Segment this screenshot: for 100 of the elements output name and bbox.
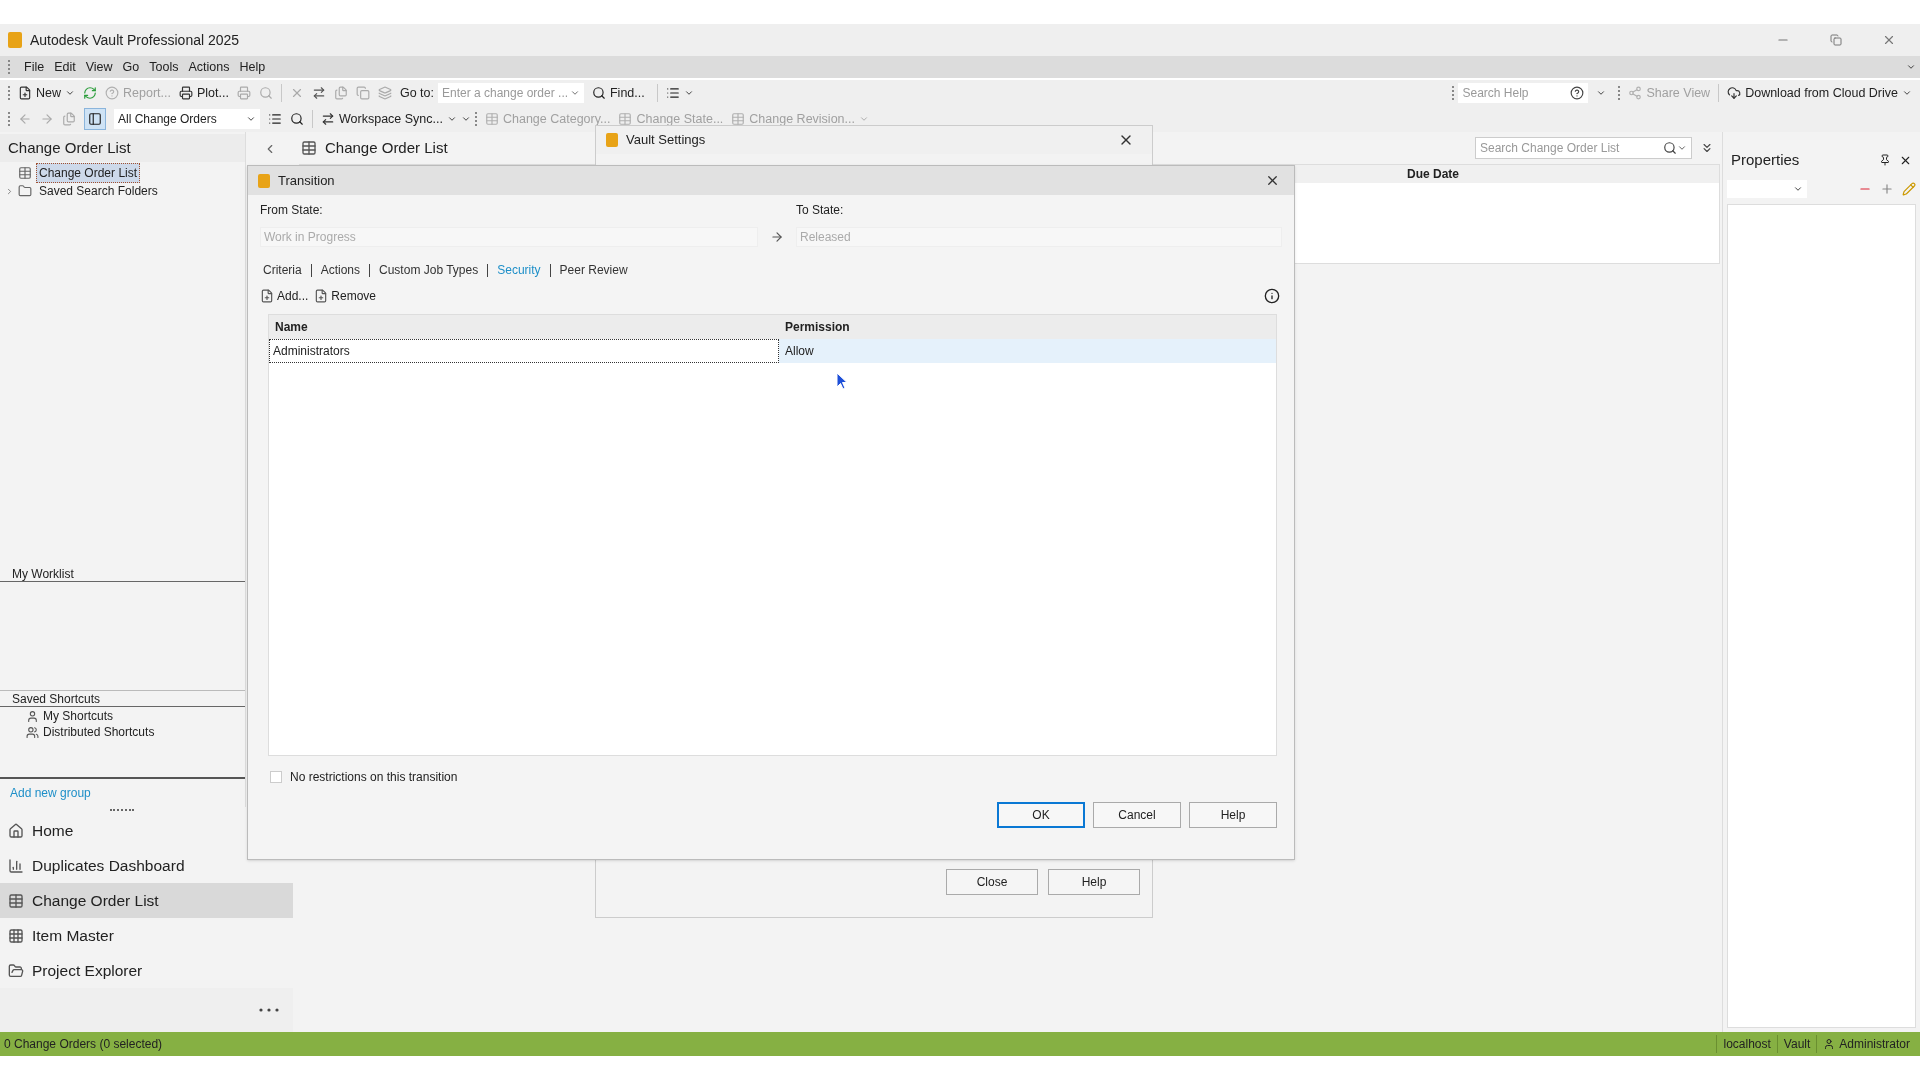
menu-item[interactable]: View [85, 57, 113, 77]
dialog-button[interactable]: Close [946, 869, 1038, 895]
dialog-title: Transition [278, 171, 336, 190]
share-icon [1628, 86, 1643, 100]
caret-icon [65, 88, 75, 98]
menu-item[interactable]: Actions [188, 57, 230, 77]
table-icon [618, 112, 633, 126]
panel-title: Change Order List [0, 134, 245, 162]
column-header[interactable]: Permission [779, 315, 1276, 339]
add-button[interactable]: Add... [260, 287, 309, 305]
app-logo-icon [258, 173, 270, 188]
app-logo-icon [8, 32, 22, 48]
caret-icon[interactable] [1596, 88, 1607, 98]
bar-chart-icon [8, 857, 24, 874]
status-item: Vault [1776, 1035, 1817, 1053]
caret-icon [569, 88, 580, 98]
section-header: My Worklist [0, 566, 245, 582]
menu-item[interactable]: Edit [54, 57, 76, 77]
documents-icon[interactable] [62, 112, 76, 126]
to-state-field: Released [796, 227, 1282, 247]
tab[interactable]: Criteria [260, 261, 305, 279]
tree-item[interactable]: Change Order List [36, 163, 141, 183]
status-item: Administrator [1816, 1035, 1916, 1053]
info-icon[interactable] [1264, 288, 1280, 304]
view-select[interactable]: All Change Orders [114, 109, 260, 129]
documents-icon[interactable] [333, 86, 348, 100]
workspace-sync-button[interactable]: Workspace Sync... [317, 108, 461, 130]
users-icon [26, 725, 39, 739]
shortcut-item[interactable]: Distributed Shortcuts [43, 723, 155, 741]
caret-icon [246, 114, 256, 124]
list-icon[interactable] [268, 112, 282, 126]
from-state-field: Work in Progress [260, 227, 758, 247]
table-icon [18, 166, 32, 180]
close-icon[interactable] [1265, 173, 1280, 188]
layers-icon[interactable] [377, 86, 392, 100]
forward-icon[interactable] [40, 112, 54, 126]
expand-icon[interactable] [1700, 141, 1714, 155]
dialog-button[interactable]: Cancel [1093, 802, 1181, 828]
folder-icon [8, 962, 24, 979]
caret-icon [1902, 88, 1912, 98]
mouse-pointer-icon [836, 372, 848, 390]
caret-icon[interactable] [1906, 62, 1916, 72]
column-header[interactable]: Due Date [1407, 165, 1459, 183]
caret-icon [858, 114, 869, 124]
find-button[interactable]: Find... [583, 83, 653, 103]
view-title: Change Order List [325, 137, 448, 158]
dialog-button[interactable]: Help [1048, 869, 1140, 895]
download-button[interactable]: Download from Cloud Drive [1723, 82, 1916, 104]
plot-button[interactable]: Plot... [174, 82, 233, 104]
dialog-button[interactable]: Help [1189, 802, 1277, 828]
caret-icon[interactable] [683, 88, 694, 98]
refresh-icon[interactable] [83, 86, 97, 100]
table-cell: Administrators [269, 339, 779, 363]
panel-title: Properties [1731, 149, 1801, 170]
table-icon [731, 112, 746, 126]
search-icon [1663, 141, 1677, 155]
add-document-icon [260, 289, 274, 303]
back-icon[interactable] [18, 112, 32, 126]
status-text: 0 Change Orders (0 selected) [4, 1036, 164, 1053]
dialog-button[interactable]: OK [997, 802, 1085, 828]
window-title: Autodesk Vault Professional 2025 [30, 30, 240, 50]
list-icon[interactable] [665, 86, 680, 100]
pencil-icon[interactable] [1902, 182, 1916, 196]
column-header[interactable]: Name [269, 315, 779, 339]
user-icon [1823, 1038, 1836, 1050]
user-icon [26, 709, 39, 723]
menu-item[interactable]: Go [122, 57, 140, 77]
checkbox[interactable] [270, 771, 282, 783]
tab[interactable]: Peer Review [556, 261, 631, 279]
app-logo-icon [606, 133, 618, 147]
transfer-icon[interactable] [311, 86, 326, 100]
restore-icon[interactable] [1830, 34, 1842, 46]
table-row[interactable]: Administrators Allow [269, 339, 1276, 363]
shortcut-item[interactable]: My Shortcuts [43, 707, 114, 725]
tree-item[interactable]: Saved Search Folders [36, 181, 161, 201]
more-icon[interactable] [259, 1008, 279, 1012]
dialog-title: Vault Settings [626, 131, 707, 150]
panel-toggle-button[interactable] [84, 108, 106, 130]
field-label: From State: [260, 202, 324, 219]
menu-item[interactable]: Tools [149, 57, 179, 77]
menu-item[interactable]: Help [239, 57, 266, 77]
copy-icon[interactable] [355, 86, 370, 100]
checkbox-label: No restrictions on this transition [290, 769, 458, 786]
goto-label: Go to: [399, 84, 434, 102]
navigation-item[interactable]: Change Order List [0, 883, 293, 918]
printer-icon [178, 86, 193, 100]
tab[interactable]: Custom Job Types [376, 261, 482, 279]
pin-icon[interactable] [1879, 154, 1891, 166]
new-button[interactable]: New [14, 82, 79, 104]
home-icon [8, 822, 24, 839]
status-item: localhost [1716, 1035, 1777, 1053]
panel-icon [88, 112, 102, 126]
field-label: To State: [796, 202, 845, 219]
tab[interactable]: Actions [317, 261, 364, 279]
new-document-icon [18, 86, 32, 100]
menu-item[interactable]: File [24, 57, 45, 77]
print-icon[interactable] [236, 86, 251, 100]
search-icon[interactable] [290, 112, 304, 126]
remove-button[interactable]: Remove [314, 287, 377, 305]
table-icon [485, 112, 499, 126]
